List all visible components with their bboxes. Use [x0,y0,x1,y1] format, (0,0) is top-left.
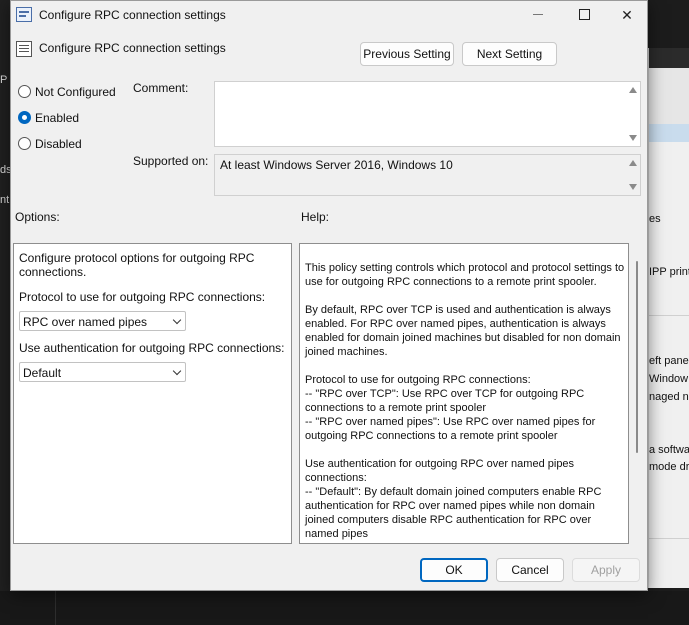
window-title: Configure RPC connection settings [39,8,226,22]
policy-app-icon [16,7,32,22]
options-label: Options: [15,210,60,224]
background-taskbar [0,591,689,625]
radio-enabled[interactable]: Enabled [18,110,98,126]
background-text: mode dr [649,461,689,473]
radio-button[interactable] [18,137,31,150]
background-text: es [649,213,661,225]
scroll-down-icon[interactable] [629,184,637,190]
background-text: nt [0,194,10,206]
apply-button[interactable]: Apply [572,558,640,582]
options-intro: Configure protocol options for outgoing … [19,251,255,279]
protocol-label: Protocol to use for outgoing RPC connect… [19,290,266,304]
background-app-right: es IPP print eft pane Window naged ne a … [648,48,689,588]
scroll-up-icon[interactable] [629,160,637,166]
help-paragraph: Use authentication for outgoing RPC over… [305,458,602,540]
background-divider [649,538,689,539]
scroll-down-icon[interactable] [629,135,637,141]
background-text: naged ne [649,391,689,403]
setting-title: Configure RPC connection settings [39,41,226,55]
auth-label: Use authentication for outgoing RPC conn… [19,341,285,355]
next-setting-button[interactable]: Next Setting [462,42,557,66]
close-button[interactable]: ✕ [605,1,649,29]
maximize-button[interactable] [562,1,606,29]
help-paragraph: By default, RPC over TCP is used and aut… [305,304,621,358]
ok-button[interactable]: OK [420,558,488,582]
radio-label: Disabled [35,137,82,151]
background-divider [649,315,689,316]
supported-on-field: At least Windows Server 2016, Windows 10 [214,154,641,196]
background-text: P [0,74,8,86]
radio-label: Enabled [35,111,80,125]
background-toolbar [649,48,689,68]
background-text: Window [649,373,689,385]
supported-on-label: Supported on: [133,154,209,168]
supported-on-value: At least Windows Server 2016, Windows 10 [220,158,453,172]
help-paragraph: This policy setting controls which proto… [305,262,625,288]
radio-label: Not Configured [35,85,116,99]
policy-setting-icon [16,41,32,57]
comment-label: Comment: [133,81,189,95]
previous-setting-button[interactable]: Previous Setting [360,42,454,66]
background-selection [649,124,689,142]
radio-not-configured[interactable]: Not Configured [18,84,128,100]
help-label: Help: [301,210,330,224]
title-bar[interactable]: Configure RPC connection settings ✕ [11,1,647,29]
help-panel[interactable]: This policy setting controls which proto… [299,243,629,544]
background-app-left: P ds nt [0,0,12,625]
comment-textarea[interactable] [214,81,641,147]
background-text: eft pane [649,355,689,367]
options-panel: Configure protocol options for outgoing … [13,243,292,544]
background-text: a softwar [649,444,689,456]
background-divider [55,591,56,625]
chevron-down-icon [172,366,182,376]
help-paragraph: Protocol to use for outgoing RPC connect… [305,374,596,442]
supported-scrollbar[interactable] [626,155,640,195]
radio-disabled[interactable]: Disabled [18,136,98,152]
scroll-up-icon[interactable] [629,87,637,93]
comment-scrollbar[interactable] [626,82,640,146]
auth-value: Default [23,366,62,380]
auth-dropdown[interactable]: Default [19,362,186,382]
minimize-button[interactable] [516,1,560,29]
radio-button-selected[interactable] [18,111,31,124]
protocol-value: RPC over named pipes [23,315,148,329]
chevron-down-icon [172,315,182,325]
policy-settings-dialog: Configure RPC connection settings ✕ Conf… [10,0,648,591]
help-scrollbar-thumb[interactable] [636,261,638,453]
protocol-dropdown[interactable]: RPC over named pipes [19,311,186,331]
radio-button[interactable] [18,85,31,98]
cancel-button[interactable]: Cancel [496,558,564,582]
background-text: IPP print [649,266,689,278]
